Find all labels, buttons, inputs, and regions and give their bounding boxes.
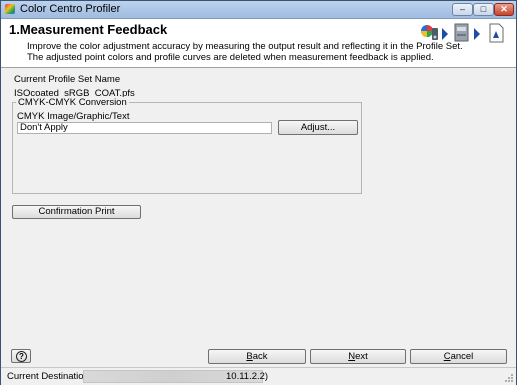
help-icon: ?: [16, 351, 27, 362]
conversion-field[interactable]: Don't Apply: [17, 122, 272, 134]
resize-grip-icon[interactable]: [504, 373, 514, 383]
document-icon: [489, 23, 504, 43]
page-description: Improve the color adjustment accuracy by…: [27, 41, 463, 63]
arrow-right-icon: [442, 28, 448, 40]
cancel-label-rest: ancel: [450, 351, 474, 362]
profile-set-label: Current Profile Set Name: [14, 74, 121, 85]
next-button[interactable]: Next: [310, 349, 406, 364]
window-title: Color Centro Profiler: [20, 3, 121, 15]
destination-value: 10.11.2.2): [226, 371, 269, 382]
minimize-button[interactable]: –: [452, 3, 473, 16]
profiler-window: Color Centro Profiler – □ ✕ 1.Measuremen…: [0, 0, 517, 385]
arrow-right-icon: [474, 28, 480, 40]
destination-label: Current Destination: [7, 371, 89, 382]
description-line-1: Improve the color adjustment accuracy by…: [27, 41, 463, 52]
app-icon: [5, 4, 15, 14]
status-bar: Current Destination 10.11.2.2): [1, 367, 516, 385]
adjust-button[interactable]: Adjust...: [278, 120, 358, 135]
help-button[interactable]: ?: [11, 349, 31, 363]
printer-icon: [454, 23, 469, 42]
description-line-2: The adjusted point colors and profile cu…: [27, 52, 434, 63]
page-title: 1.Measurement Feedback: [9, 22, 168, 37]
conversion-group-title: CMYK-CMYK Conversion: [16, 97, 129, 108]
cancel-button[interactable]: Cancel: [410, 349, 507, 364]
close-button[interactable]: ✕: [494, 3, 514, 16]
cancel-mnemonic: C: [443, 351, 451, 362]
conversion-field-label: CMYK Image/Graphic/Text: [17, 111, 130, 122]
color-wheel-icon: [421, 25, 438, 40]
back-label-rest: ack: [252, 351, 268, 362]
wizard-header: 1.Measurement Feedback Improve the color…: [1, 19, 516, 68]
step-indicator: [420, 22, 512, 46]
back-button[interactable]: Back: [208, 349, 306, 364]
title-bar[interactable]: Color Centro Profiler – □ ✕: [1, 1, 516, 19]
confirmation-print-button[interactable]: Confirmation Print: [12, 205, 141, 219]
next-label-rest: ext: [355, 351, 368, 362]
maximize-button[interactable]: □: [473, 3, 494, 16]
